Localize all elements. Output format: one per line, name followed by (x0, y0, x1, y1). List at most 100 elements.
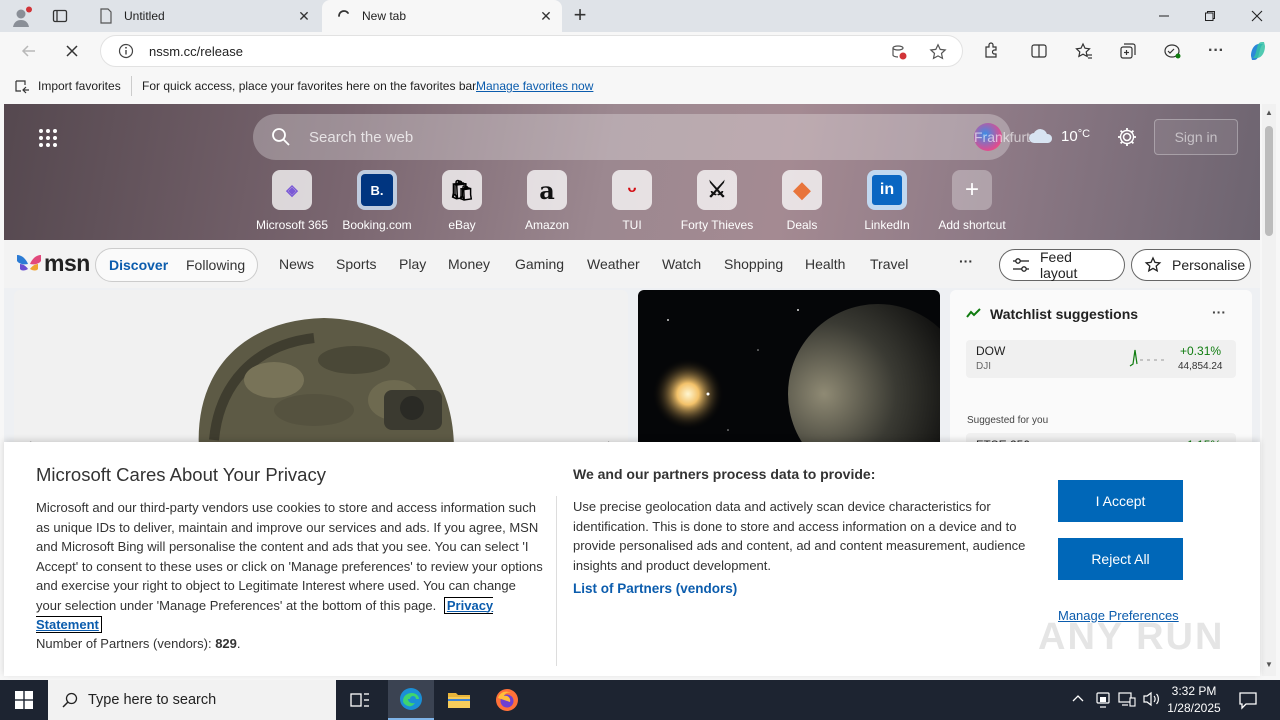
partners-label: Number of Partners (vendors): (36, 636, 212, 651)
nav-play[interactable]: Play (399, 256, 426, 272)
msn-logo[interactable]: msn (44, 250, 90, 277)
shortcut-label: Amazon (524, 218, 570, 232)
split-screen-icon[interactable] (1024, 37, 1054, 65)
nav-sports[interactable]: Sports (336, 256, 376, 272)
watchlist-more-button[interactable]: ··· (1212, 304, 1226, 320)
tab-following[interactable]: Following (186, 257, 245, 273)
site-info-icon[interactable] (118, 43, 134, 64)
consent-right-title: We and our partners process data to prov… (573, 466, 876, 482)
page-scrollbar[interactable]: ▲ ▼ (1262, 104, 1276, 676)
notification-center-icon[interactable] (1238, 690, 1258, 715)
manage-favorites-link[interactable]: Manage favorites now (476, 79, 593, 93)
close-tab-icon[interactable]: ✕ (296, 8, 312, 24)
task-view-button[interactable] (340, 680, 380, 720)
news-card-planet[interactable] (638, 290, 940, 450)
back-button[interactable] (14, 37, 44, 65)
page-settings-icon[interactable] (1116, 126, 1138, 153)
show-hidden-icons-button[interactable] (1071, 691, 1085, 710)
nav-gaming[interactable]: Gaming (515, 256, 564, 272)
nav-watch[interactable]: Watch (662, 256, 701, 272)
shortcut-forty-thieves[interactable]: ⚔ Forty Thieves (677, 170, 757, 232)
amazon-icon: a (527, 170, 567, 210)
taskbar-file-explorer[interactable] (436, 680, 482, 720)
search-icon (271, 127, 291, 152)
taskbar-firefox[interactable] (484, 680, 530, 720)
browser-essentials-icon[interactable] (1157, 37, 1187, 65)
minimize-button[interactable] (1141, 0, 1187, 32)
shortcut-label: TUI (622, 218, 642, 232)
hero-background: Search the web Frankfurt 10°C Sign in ◈ … (4, 104, 1260, 240)
reject-all-button[interactable]: Reject All (1058, 538, 1183, 580)
scroll-up-icon[interactable]: ▲ (1265, 108, 1273, 117)
nav-money[interactable]: Money (448, 256, 490, 272)
folder-icon (448, 693, 470, 708)
collections-icon[interactable] (1113, 37, 1143, 65)
close-window-button[interactable] (1234, 0, 1280, 32)
tui-smile-icon: ᵕ (612, 170, 652, 210)
nav-shopping[interactable]: Shopping (724, 256, 783, 272)
tab-discover[interactable]: Discover (109, 257, 168, 273)
shortcut-microsoft-365[interactable]: ◈ Microsoft 365 (252, 170, 332, 232)
app-launcher-icon[interactable] (38, 128, 58, 153)
import-favorites-button[interactable]: Import favorites (38, 79, 121, 93)
stop-loading-button[interactable] (57, 37, 87, 65)
shortcut-tui[interactable]: ᵕ TUI (592, 170, 672, 232)
start-button[interactable] (0, 680, 48, 720)
shortcut-ebay[interactable]: 🛍 eBay (422, 170, 502, 232)
taskbar-edge[interactable] (388, 680, 434, 720)
planet-image (652, 304, 940, 450)
tab-untitled[interactable]: Untitled ✕ (84, 0, 320, 32)
msn-butterfly-icon[interactable] (16, 252, 42, 279)
trend-icon (966, 306, 982, 324)
scrollbar-thumb[interactable] (1265, 126, 1273, 236)
extensions-icon[interactable] (976, 37, 1006, 65)
personalise-button[interactable]: Personalise (1131, 249, 1251, 281)
nav-travel[interactable]: Travel (870, 256, 908, 272)
tracking-prevention-icon[interactable] (890, 43, 908, 66)
sign-in-button[interactable]: Sign in (1154, 119, 1238, 155)
favorite-star-icon[interactable] (929, 43, 947, 66)
restore-button[interactable] (1187, 0, 1233, 32)
new-tab-button[interactable]: + (568, 4, 592, 28)
watchlist-row-dow[interactable]: DOW DJI +0.31% 44,854.24 (966, 340, 1236, 378)
shortcut-amazon[interactable]: a Amazon (507, 170, 587, 232)
news-card-helmet[interactable]: ◀ ▶ (14, 290, 628, 450)
anyrun-watermark: ANY RUN (1038, 616, 1225, 658)
shortcut-add[interactable]: + Add shortcut (932, 170, 1012, 232)
weather-city[interactable]: Frankfurt (974, 129, 1030, 145)
taskbar-search-box[interactable]: Type here to search (48, 680, 336, 720)
nav-health[interactable]: Health (805, 256, 845, 272)
profile-icon[interactable] (10, 6, 32, 28)
feed-layout-button[interactable]: Feed layout (999, 249, 1125, 281)
address-bar[interactable]: nssm.cc/release (100, 35, 963, 67)
settings-more-icon[interactable]: ··· (1201, 37, 1231, 65)
shortcut-deals[interactable]: ◆ Deals (762, 170, 842, 232)
tab-actions-icon[interactable] (52, 8, 68, 24)
page-icon (98, 8, 114, 24)
partners-list-link[interactable]: List of Partners (vendors) (573, 581, 737, 596)
nav-more-button[interactable]: ··· (959, 253, 973, 269)
shortcut-booking[interactable]: B. Booking.com (337, 170, 417, 232)
favorites-icon[interactable] (1069, 37, 1099, 65)
shortcut-label: eBay (448, 218, 476, 232)
tab-new-tab[interactable]: New tab ✕ (322, 0, 562, 32)
network-tray-icon[interactable] (1118, 691, 1136, 712)
stock-change: +0.31% (1180, 344, 1222, 358)
import-favorites-icon[interactable] (14, 78, 30, 97)
volume-tray-icon[interactable] (1142, 691, 1160, 712)
shortcut-linkedin[interactable]: in LinkedIn (847, 170, 927, 232)
favorites-hint-text: For quick access, place your favorites h… (142, 79, 479, 93)
nav-news[interactable]: News (279, 256, 314, 272)
watchlist-title[interactable]: Watchlist suggestions (990, 306, 1138, 322)
copilot-icon[interactable] (1243, 37, 1273, 65)
scroll-down-icon[interactable]: ▼ (1265, 660, 1273, 669)
taskbar-clock[interactable]: 3:32 PM 1/28/2025 (1164, 683, 1224, 717)
shortcut-label: LinkedIn (864, 218, 910, 232)
weather-temperature[interactable]: 10°C (1061, 128, 1090, 145)
accept-button[interactable]: I Accept (1058, 480, 1183, 522)
web-search-box[interactable]: Search the web (253, 114, 1011, 160)
nav-weather[interactable]: Weather (587, 256, 640, 272)
clock-date: 1/28/2025 (1167, 701, 1221, 715)
close-tab-icon[interactable]: ✕ (538, 8, 554, 24)
security-tray-icon[interactable] (1095, 691, 1111, 714)
